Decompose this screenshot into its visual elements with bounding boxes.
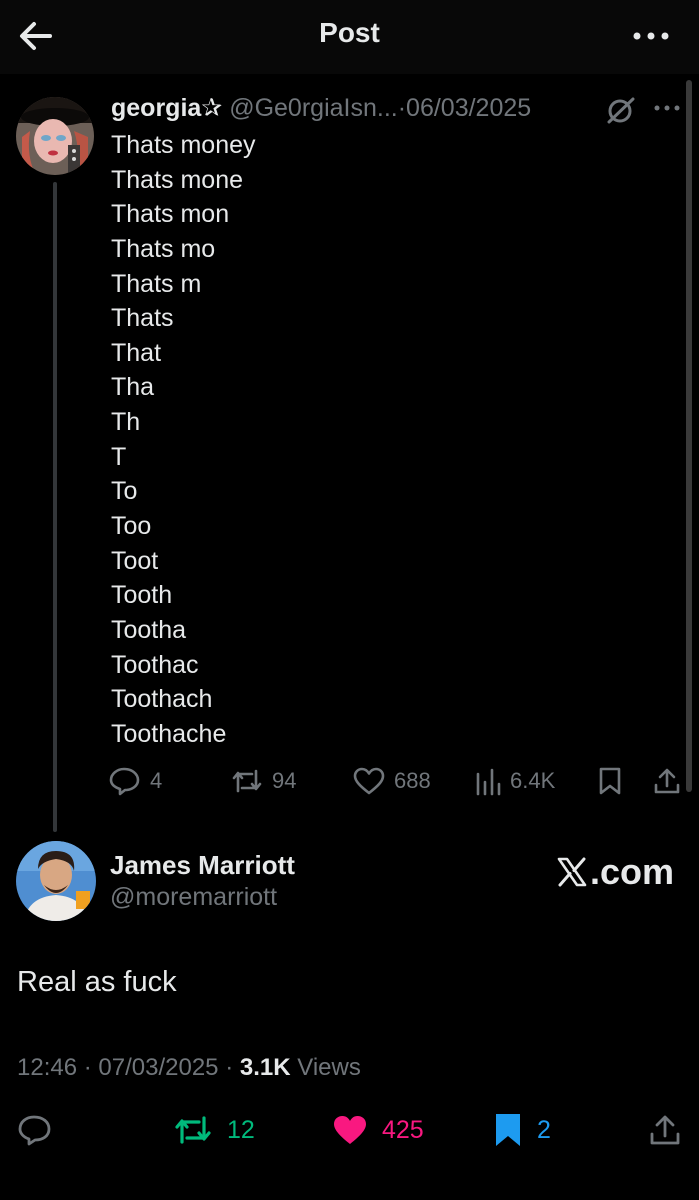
reply-icon	[18, 1115, 51, 1146]
views-label: Views	[297, 1054, 361, 1081]
heart-icon	[334, 1116, 366, 1144]
quoted-author-handle[interactable]: @Ge0rgiaIsn...	[229, 94, 398, 122]
text-line: That	[111, 338, 162, 367]
text-line: Thats mone	[111, 165, 244, 194]
grok-button[interactable]	[605, 96, 637, 124]
text-line: Thats mo	[111, 234, 216, 263]
post-meta: 12:46 · 07/03/2025 · 3.1K Views	[17, 1054, 361, 1082]
separator-dot: ·	[83, 1054, 92, 1081]
quoted-author-name[interactable]: georgia	[111, 94, 201, 122]
heart-icon	[353, 767, 385, 795]
grok-icon	[607, 97, 635, 124]
repost-count: 94	[272, 768, 297, 793]
like-count: 425	[382, 1115, 424, 1144]
reply-count: 4	[150, 768, 163, 793]
text-line: Toothach	[111, 685, 213, 714]
quoted-reply-button[interactable]: 4	[108, 764, 162, 798]
views-chart-icon	[476, 768, 501, 796]
text-line: Tha	[111, 373, 155, 402]
post-actions: 12 425 2	[0, 1110, 699, 1150]
quoted-author-avatar[interactable]	[16, 97, 94, 175]
separator-dot: ·	[397, 94, 407, 122]
page-title: Post	[319, 17, 380, 48]
post-time[interactable]: 12:46	[17, 1054, 77, 1081]
more-horizontal-icon	[654, 105, 680, 111]
text-line: Thats mon	[111, 200, 230, 229]
quoted-post-actions: 4 94 688 6.4K	[108, 764, 683, 798]
quoted-views-button[interactable]: 6.4K	[474, 764, 555, 798]
like-button[interactable]: 425	[332, 1110, 424, 1150]
bookmark-icon	[599, 767, 621, 795]
share-button[interactable]	[648, 1110, 682, 1150]
repost-icon	[175, 1116, 211, 1144]
scrollbar[interactable]	[686, 80, 692, 792]
repost-count: 12	[227, 1115, 255, 1144]
post-date[interactable]: 07/03/2025	[98, 1054, 218, 1081]
thread-connector-line	[53, 182, 57, 832]
share-icon	[650, 1115, 680, 1145]
quoted-like-button[interactable]: 688	[352, 764, 431, 798]
x-logo-icon	[557, 857, 587, 887]
views-count[interactable]: 3.1K	[240, 1054, 291, 1081]
text-line: Thats	[111, 304, 174, 333]
quoted-post-date[interactable]: 06/03/2025	[406, 94, 531, 122]
text-line: To	[111, 477, 138, 506]
author-handle[interactable]: @moremarriott	[110, 883, 277, 912]
watermark-text: .com	[590, 851, 675, 892]
text-line: Tooth	[111, 581, 173, 610]
quoted-share-button[interactable]	[652, 764, 682, 798]
text-line: Tootha	[111, 615, 187, 644]
text-line: Toot	[111, 546, 159, 575]
text-line: Toothache	[111, 719, 227, 748]
x-com-watermark: .com	[556, 851, 675, 892]
more-options-button[interactable]	[631, 24, 671, 48]
quoted-bookmark-button[interactable]	[596, 764, 624, 798]
like-count: 688	[394, 768, 431, 793]
text-line: Too	[111, 512, 152, 541]
bookmark-icon	[496, 1114, 520, 1146]
post-text: Real as fuck	[17, 966, 177, 998]
quoted-repost-button[interactable]: 94	[230, 764, 296, 798]
text-line: Th	[111, 408, 141, 437]
text-line: T	[111, 442, 127, 471]
share-icon	[654, 768, 680, 794]
text-line: Thats m	[111, 269, 202, 298]
text-line: Thats money	[111, 131, 256, 159]
more-horizontal-icon	[633, 32, 669, 40]
reply-icon	[109, 767, 140, 796]
author-badge: ✰	[201, 94, 223, 122]
views-count: 6.4K	[510, 768, 556, 793]
author-name[interactable]: James Marriott	[110, 850, 295, 881]
quoted-post-text: Thats money Thats mone Thats mon Thats m…	[111, 128, 256, 752]
quoted-post-header: georgia✰ @Ge0rgiaIsn...·06/03/2025	[111, 92, 531, 124]
repost-button[interactable]: 12	[173, 1110, 255, 1150]
repost-icon	[232, 769, 262, 793]
top-bar: Post	[0, 0, 699, 74]
bookmark-count: 2	[537, 1115, 551, 1144]
text-line: Toothac	[111, 650, 199, 679]
bookmark-button[interactable]: 2	[493, 1110, 551, 1150]
author-avatar[interactable]	[16, 841, 96, 921]
separator-dot: ·	[225, 1054, 234, 1081]
quoted-post-more-button[interactable]	[654, 100, 680, 116]
reply-button[interactable]	[17, 1110, 53, 1150]
